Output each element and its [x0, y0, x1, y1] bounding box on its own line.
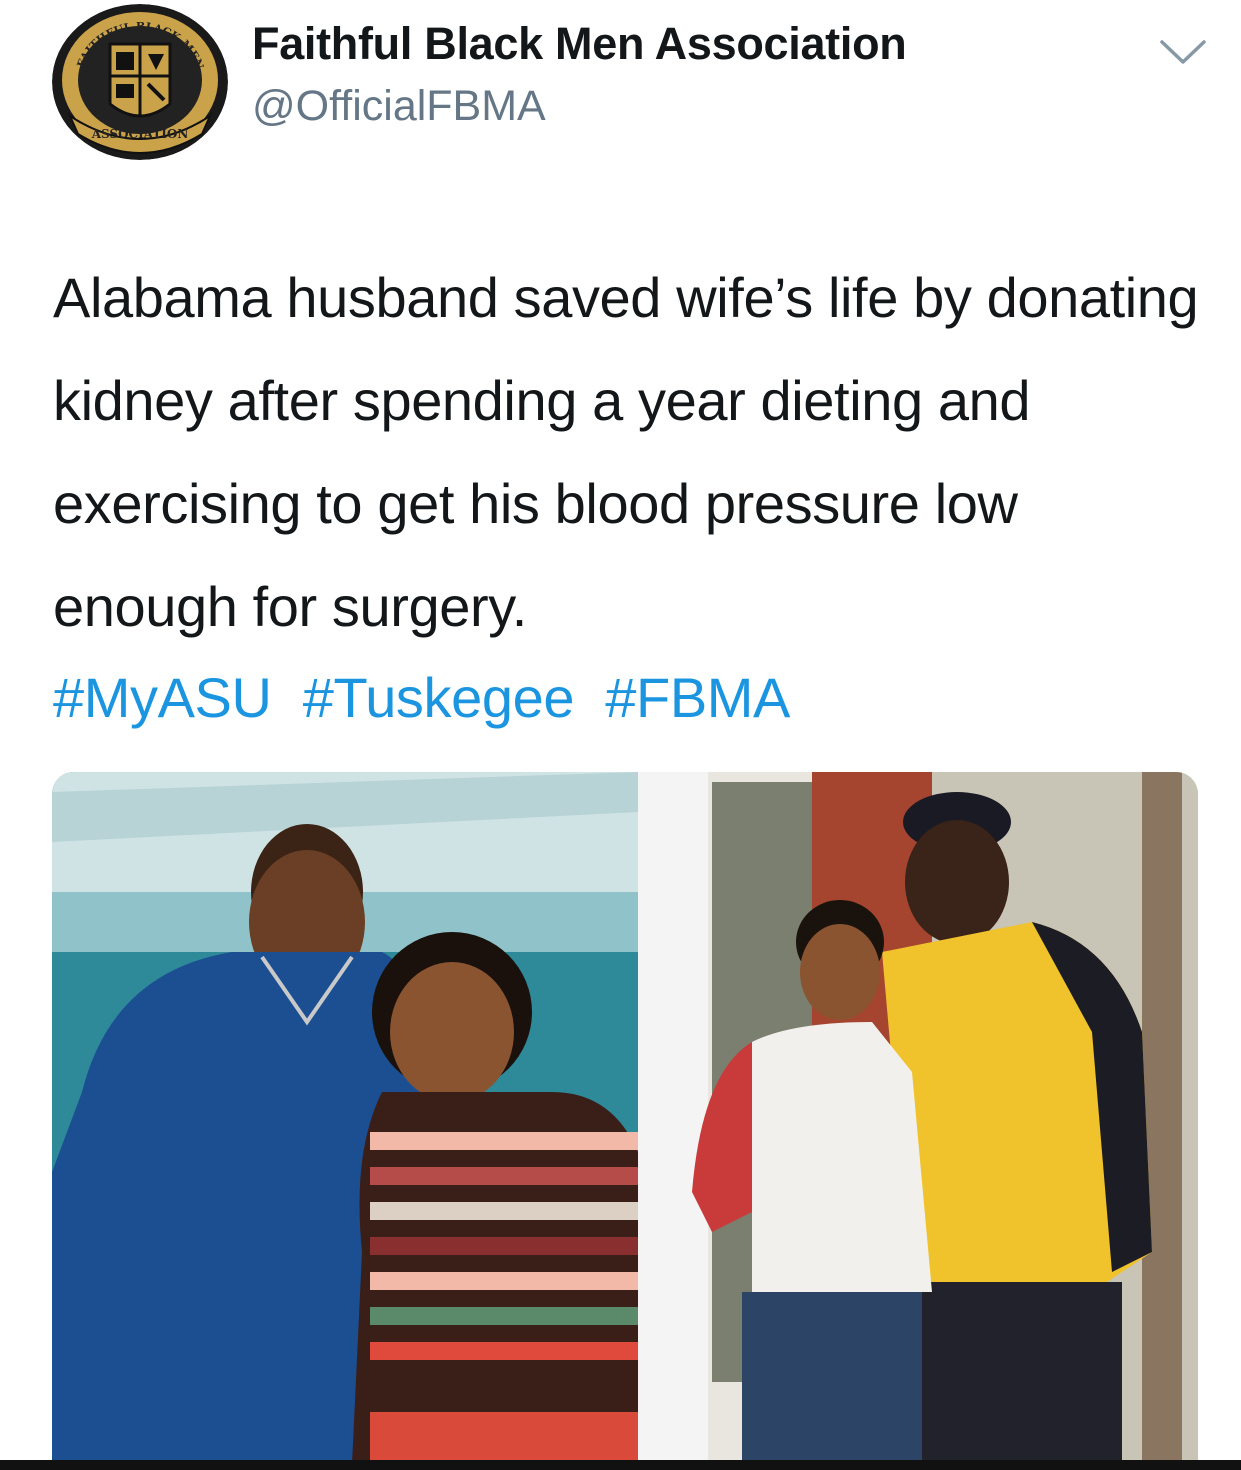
logo-text-bottom: ASSOCIATION: [91, 127, 189, 141]
after-photo: [638, 772, 1198, 1464]
hashtag-link[interactable]: #Tuskegee: [303, 658, 575, 738]
hashtag-list: #MyASU #Tuskegee #FBMA: [53, 658, 1203, 738]
author-handle[interactable]: @OfficialFBMA: [252, 82, 546, 131]
before-photo: [52, 772, 638, 1464]
author-avatar[interactable]: FAITHFUL BLACK MEN ASSOCIATION: [52, 4, 228, 160]
chevron-down-icon: [1160, 40, 1206, 64]
before-after-photo: [52, 772, 1198, 1464]
tweet-text: Alabama husband saved wife’s life by don…: [53, 266, 1199, 638]
more-options-button[interactable]: [1158, 36, 1208, 66]
fbma-logo-icon: FAITHFUL BLACK MEN ASSOCIATION: [52, 4, 228, 160]
hashtag-link[interactable]: #FBMA: [605, 658, 790, 738]
hashtag-link[interactable]: #MyASU: [53, 658, 272, 738]
tweet-photo[interactable]: [52, 772, 1198, 1464]
author-name[interactable]: Faithful Black Men Association: [252, 18, 907, 70]
bottom-divider: [0, 1460, 1241, 1470]
tweet: FAITHFUL BLACK MEN ASSOCIATION Faithful …: [0, 0, 1241, 1470]
